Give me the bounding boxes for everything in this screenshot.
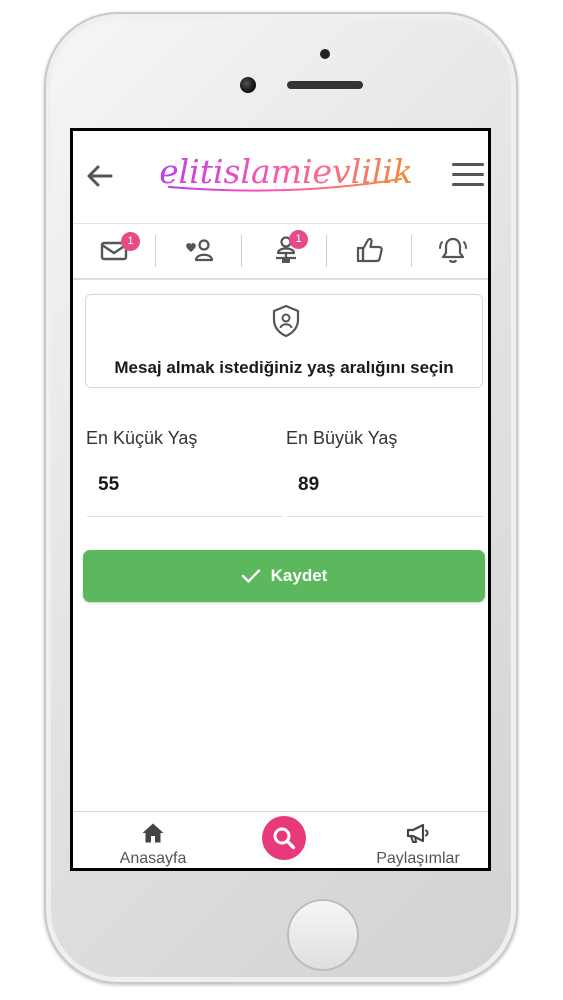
brand-logo[interactable]: elitislamievlilik xyxy=(161,141,411,201)
max-age-label: En Büyük Yaş xyxy=(286,428,398,448)
tab-visitors-badge: 1 xyxy=(289,230,308,249)
save-button[interactable]: Kaydet xyxy=(83,550,485,602)
heart-user-icon xyxy=(186,239,214,262)
arrow-left-icon xyxy=(87,165,113,187)
max-age-select[interactable]: 89 xyxy=(298,474,319,496)
quick-tabs: 1 1 xyxy=(73,224,488,280)
age-range-instruction: Mesaj almak istediğiniz yaş aralığını se… xyxy=(114,358,454,377)
home-icon xyxy=(142,823,164,843)
nav-posts[interactable]: Paylaşımlar xyxy=(368,822,468,868)
nav-home-label: Anasayfa xyxy=(119,850,187,867)
home-hardware-button[interactable] xyxy=(287,899,359,971)
tab-likes-me[interactable] xyxy=(164,228,234,272)
nav-home[interactable]: Anasayfa xyxy=(113,822,193,868)
tab-notifications[interactable] xyxy=(418,228,488,272)
tab-divider xyxy=(155,235,156,267)
tab-divider xyxy=(326,235,327,267)
bottom-navigation: Anasayfa Paylaşımlar xyxy=(73,811,488,868)
tab-liked[interactable] xyxy=(335,228,405,272)
thumbs-up-icon xyxy=(356,237,383,263)
search-button[interactable] xyxy=(262,816,306,860)
shield-user-icon xyxy=(272,304,300,338)
megaphone-icon xyxy=(406,823,429,843)
min-age-underline xyxy=(87,516,283,517)
hamburger-menu-icon xyxy=(452,163,484,186)
tab-messages-badge: 1 xyxy=(121,232,140,251)
front-camera xyxy=(240,77,256,93)
logo-text: elitislamievlilik xyxy=(161,152,411,191)
proximity-sensor xyxy=(320,49,330,59)
max-age-underline xyxy=(287,516,483,517)
tab-divider xyxy=(411,235,412,267)
nav-posts-label: Paylaşımlar xyxy=(376,850,460,867)
earpiece-speaker xyxy=(287,81,363,89)
search-icon xyxy=(273,827,296,850)
age-range-info-card: Mesaj almak istediğiniz yaş aralığını se… xyxy=(85,294,483,388)
back-button[interactable] xyxy=(83,159,117,193)
save-button-label: Kaydet xyxy=(270,566,328,585)
menu-button[interactable] xyxy=(451,161,485,189)
check-icon xyxy=(241,569,260,583)
min-age-select[interactable]: 55 xyxy=(98,474,119,496)
app-header: elitislamievlilik xyxy=(73,131,488,224)
bell-icon xyxy=(439,237,467,263)
app-screen: elitislamievlilik 1 1 Mesaj almak istedi… xyxy=(70,128,491,871)
min-age-label: En Küçük Yaş xyxy=(86,428,198,448)
tab-visitors[interactable]: 1 xyxy=(251,228,321,272)
tab-divider xyxy=(241,235,242,267)
tab-messages[interactable]: 1 xyxy=(79,228,149,272)
